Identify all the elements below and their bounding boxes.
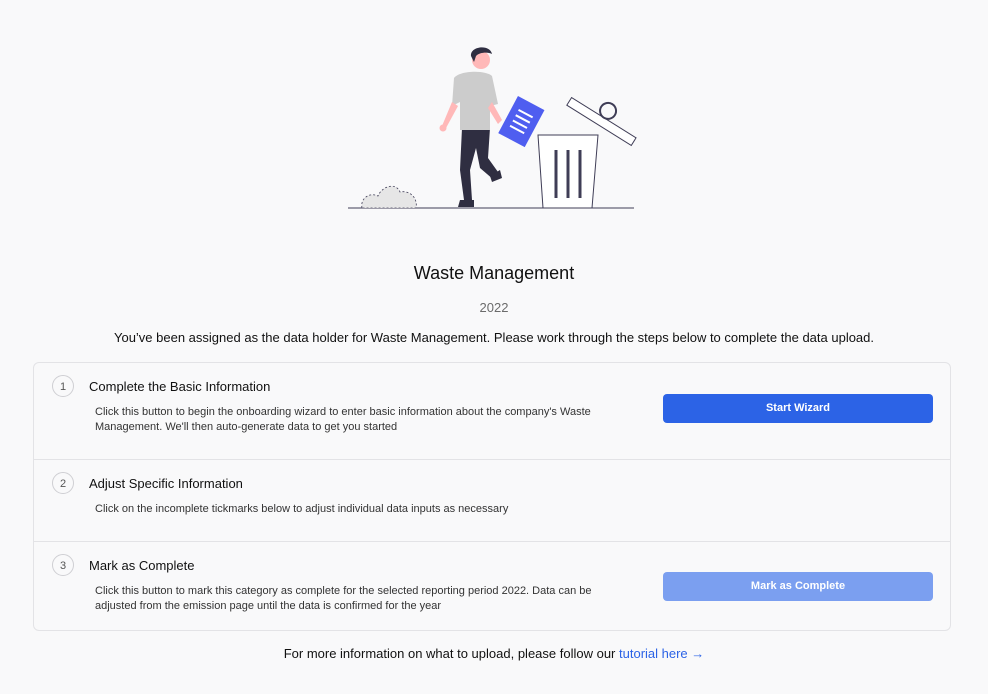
- step-specific-information: 2 Adjust Specific Information Click on t…: [34, 460, 950, 542]
- start-wizard-button[interactable]: Start Wizard: [663, 394, 933, 423]
- step-description: Click on the incomplete tickmarks below …: [95, 503, 509, 515]
- waste-illustration: [348, 47, 637, 209]
- footer-text: For more information on what to upload, …: [283, 646, 616, 661]
- intro-text: You’ve been assigned as the data holder …: [113, 330, 875, 345]
- step-number: 3: [52, 554, 74, 576]
- step-number: 1: [52, 375, 74, 397]
- step-mark-complete: 3 Mark as Complete Click this button to …: [34, 542, 950, 632]
- step-title: Adjust Specific Information: [89, 476, 243, 491]
- page-title: Waste Management: [413, 263, 575, 283]
- step-title: Complete the Basic Information: [89, 379, 271, 394]
- footer-help: For more information on what to upload, …: [0, 646, 988, 661]
- reporting-year: 2022: [479, 300, 509, 315]
- step-number: 2: [52, 472, 74, 494]
- step-basic-information: 1 Complete the Basic Information Click t…: [34, 363, 950, 460]
- step-description: Click this button to mark this category …: [95, 585, 592, 612]
- step-description: Click this button to begin the onboardin…: [95, 406, 591, 433]
- tutorial-link[interactable]: tutorial here →: [619, 646, 704, 661]
- step-title: Mark as Complete: [89, 558, 195, 573]
- steps-card: 1 Complete the Basic Information Click t…: [33, 362, 951, 631]
- mark-as-complete-button[interactable]: Mark as Complete: [663, 572, 933, 601]
